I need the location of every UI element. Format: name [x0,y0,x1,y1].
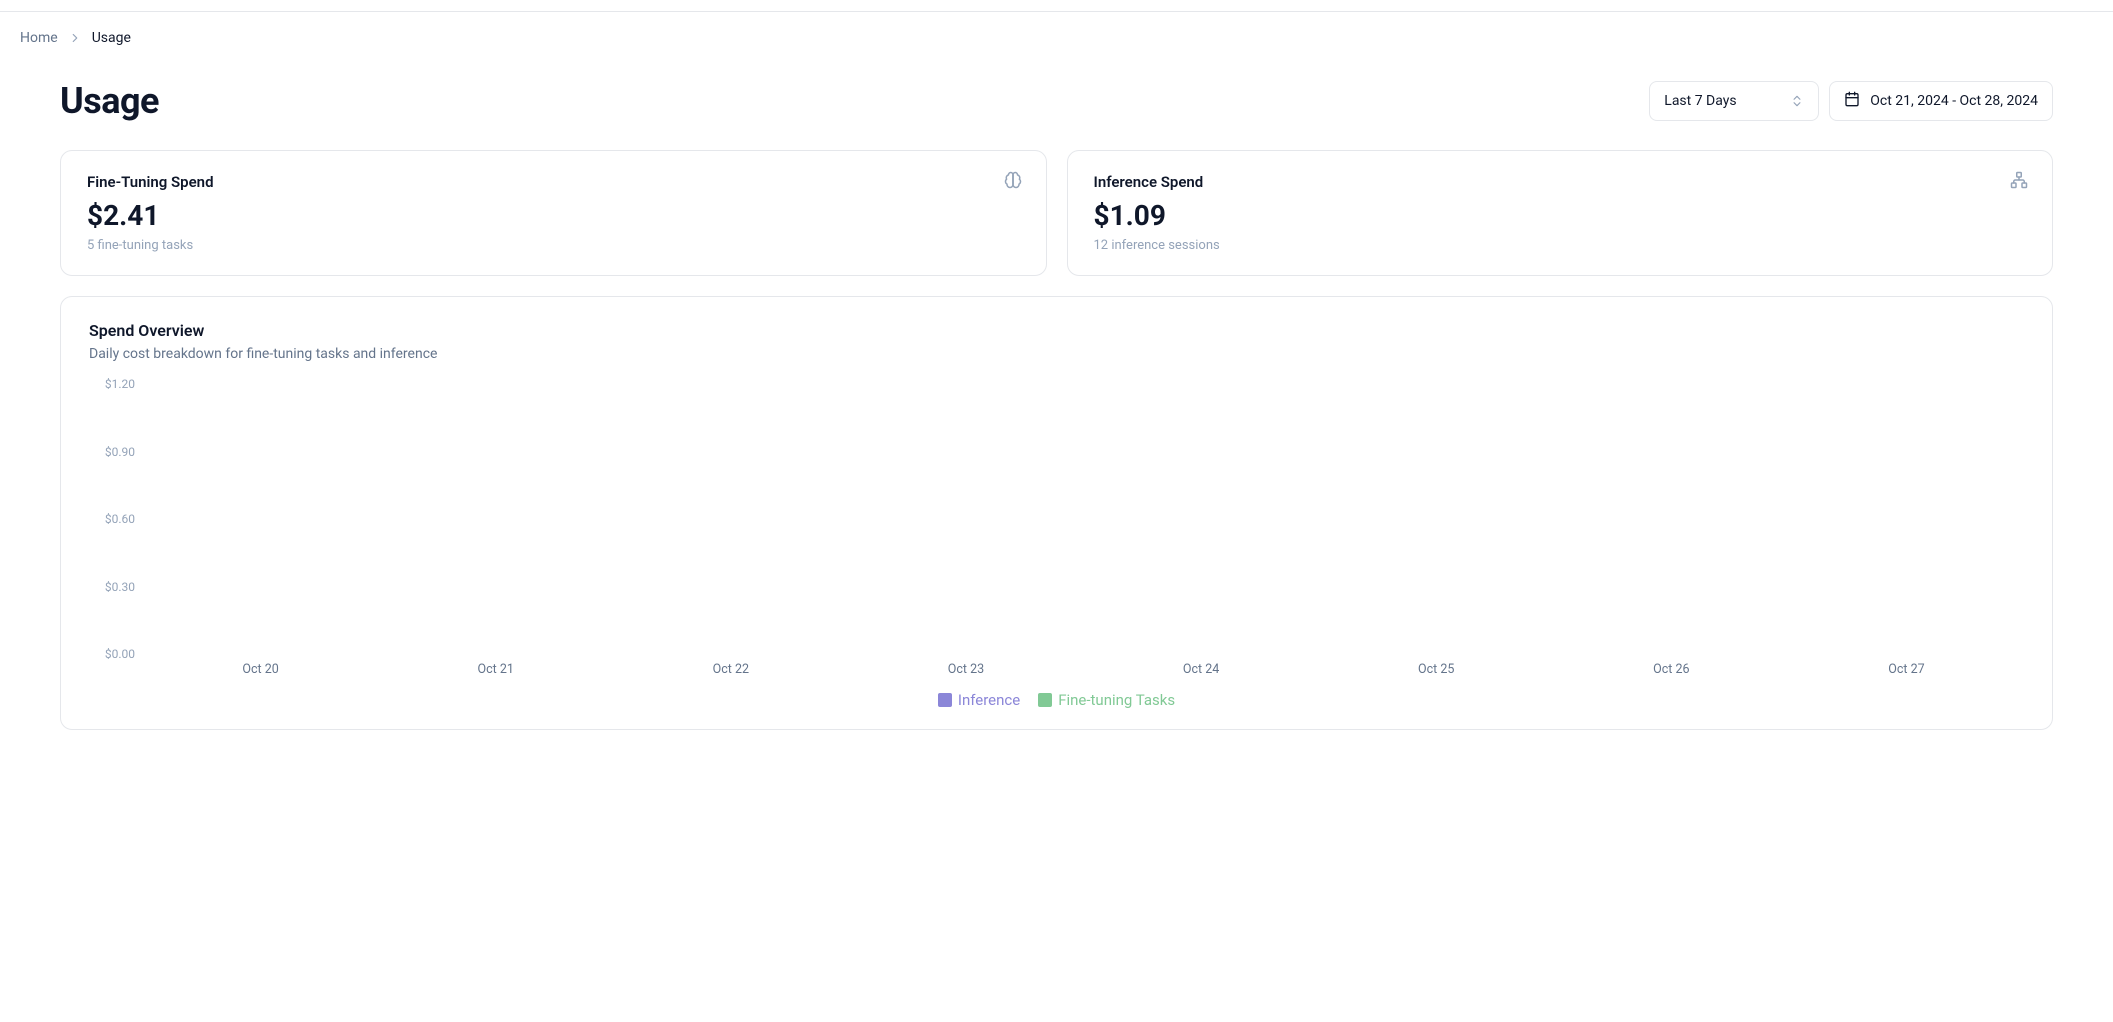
main-container: Usage Last 7 Days Oct 21, 2024 - Oct 28,… [0,80,2113,770]
card-title: Inference Spend [1094,173,2027,191]
spend-overview-chart-card: Spend Overview Daily cost breakdown for … [60,296,2053,730]
chart-legend: Inference Fine-tuning Tasks [89,691,2024,709]
legend-label: Inference [958,691,1020,709]
chart-area: $1.20$0.90$0.60$0.30$0.00 Oct 20Oct 21Oc… [89,384,2024,677]
x-tick-label: Oct 21 [378,662,613,677]
x-tick-label: Oct 24 [1084,662,1319,677]
chevron-right-icon [68,31,82,45]
x-tick-label: Oct 20 [143,662,378,677]
card-subtext: 5 fine-tuning tasks [87,238,1020,253]
date-range-picker[interactable]: Oct 21, 2024 - Oct 28, 2024 [1829,81,2053,121]
top-divider [0,0,2113,12]
inference-spend-card: Inference Spend $1.09 12 inference sessi… [1067,150,2054,276]
chart-x-axis: Oct 20Oct 21Oct 22Oct 23Oct 24Oct 25Oct … [143,662,2024,677]
y-tick-label: $1.20 [105,377,135,391]
y-tick-label: $0.60 [105,512,135,526]
legend-swatch-icon [938,693,952,707]
calendar-icon [1844,91,1860,111]
header-controls: Last 7 Days Oct 21, 2024 - Oct 28, 2024 [1649,81,2053,121]
card-title: Fine-Tuning Spend [87,173,1020,191]
card-subtext: 12 inference sessions [1094,238,2027,253]
brain-icon [1004,171,1022,193]
select-caret-icon [1790,94,1804,108]
breadcrumb: Home Usage [0,12,2113,60]
chart-subtitle: Daily cost breakdown for fine-tuning tas… [89,346,2024,362]
y-tick-label: $0.00 [105,647,135,661]
legend-item-inference[interactable]: Inference [938,691,1020,709]
chart-plot: Oct 20Oct 21Oct 22Oct 23Oct 24Oct 25Oct … [143,384,2024,677]
x-tick-label: Oct 23 [848,662,1083,677]
x-tick-label: Oct 25 [1319,662,1554,677]
range-select-value: Last 7 Days [1664,93,1736,109]
card-value: $2.41 [87,199,1020,232]
y-tick-label: $0.90 [105,445,135,459]
page-title: Usage [60,80,159,122]
legend-swatch-icon [1038,693,1052,707]
x-tick-label: Oct 27 [1789,662,2024,677]
fine-tuning-spend-card: Fine-Tuning Spend $2.41 5 fine-tuning ta… [60,150,1047,276]
date-range-value: Oct 21, 2024 - Oct 28, 2024 [1870,93,2038,109]
card-value: $1.09 [1094,199,2027,232]
chart-bars [143,384,2024,654]
network-icon [2010,171,2028,193]
page-header-row: Usage Last 7 Days Oct 21, 2024 - Oct 28,… [60,80,2053,122]
range-select[interactable]: Last 7 Days [1649,81,1819,121]
breadcrumb-home-link[interactable]: Home [20,30,58,46]
chart-y-axis: $1.20$0.90$0.60$0.30$0.00 [89,384,143,654]
breadcrumb-current: Usage [92,30,131,46]
chart-title: Spend Overview [89,321,2024,340]
summary-cards-row: Fine-Tuning Spend $2.41 5 fine-tuning ta… [60,150,2053,276]
y-tick-label: $0.30 [105,580,135,594]
legend-item-finetune[interactable]: Fine-tuning Tasks [1038,691,1175,709]
legend-label: Fine-tuning Tasks [1058,691,1175,709]
x-tick-label: Oct 26 [1554,662,1789,677]
x-tick-label: Oct 22 [613,662,848,677]
